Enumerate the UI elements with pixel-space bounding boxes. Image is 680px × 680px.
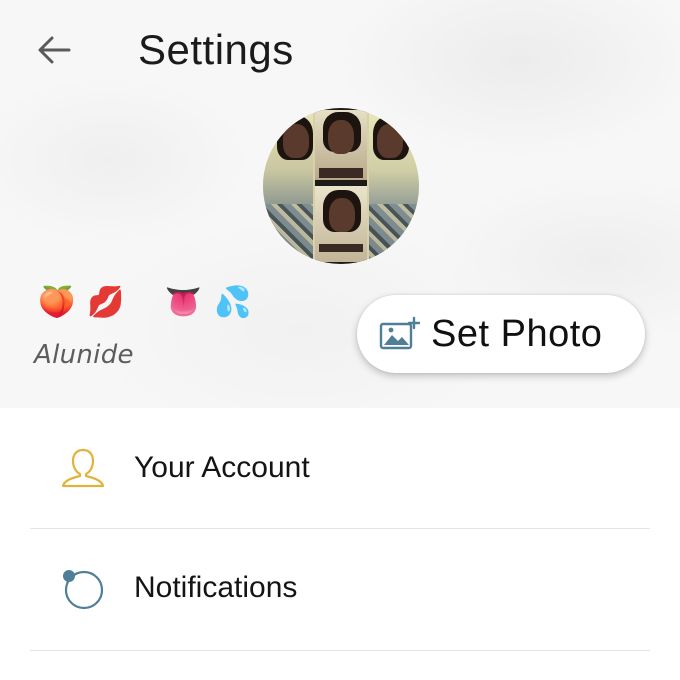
- username: Alunide: [34, 340, 134, 370]
- back-button[interactable]: [34, 30, 74, 70]
- set-photo-label: Set Photo: [431, 312, 603, 355]
- notification-ring-icon: [58, 563, 108, 613]
- collage-photo-middle: [315, 108, 367, 264]
- menu-item-label: Your Account: [134, 451, 310, 484]
- kiss-lips-emoji: 💋: [87, 286, 125, 319]
- arrow-left-icon: [38, 36, 71, 64]
- menu-item-label: Notifications: [134, 571, 298, 604]
- settings-screen: Settings 🍑 💋 👅 💦 Alunide Set Photo Your …: [0, 0, 680, 680]
- tongue-emoji: 👅: [164, 286, 203, 319]
- settings-menu: Your Account Notifications: [0, 408, 680, 651]
- sweat-droplets-emoji: 💦: [214, 286, 252, 319]
- user-outline-icon: [58, 443, 108, 493]
- profile-avatar[interactable]: [263, 108, 419, 264]
- status-emoji-row: 🍑 💋 👅 💦: [38, 283, 263, 323]
- peach-emoji: 🍑: [38, 286, 76, 319]
- profile-header: Settings 🍑 💋 👅 💦 Alunide Set Photo: [0, 0, 680, 408]
- set-photo-button[interactable]: Set Photo: [357, 295, 645, 373]
- menu-item-your-account[interactable]: Your Account: [0, 408, 680, 528]
- collage-photo-right: [369, 108, 419, 264]
- menu-item-notifications[interactable]: Notifications: [0, 528, 680, 648]
- page-title: Settings: [138, 26, 294, 73]
- add-photo-icon: [379, 316, 421, 352]
- divider: [30, 650, 650, 651]
- collage-photo-left: [263, 108, 313, 264]
